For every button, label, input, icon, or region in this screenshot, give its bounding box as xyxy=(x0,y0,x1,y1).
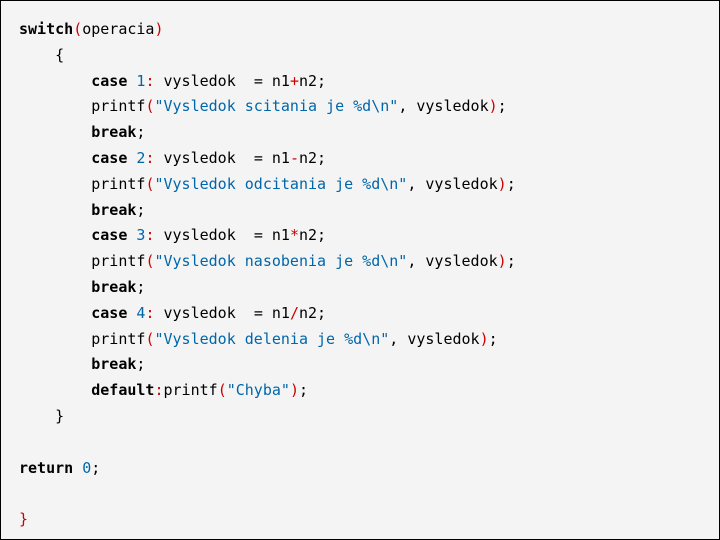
eq: = xyxy=(254,149,263,167)
semi: ; xyxy=(136,123,145,141)
kw-return: return xyxy=(19,459,73,477)
op-slash: / xyxy=(290,304,299,322)
paren-close: ) xyxy=(290,381,299,399)
eq: = xyxy=(254,226,263,244)
paren-open: ( xyxy=(218,381,227,399)
semi: ; xyxy=(317,72,326,90)
colon: : xyxy=(145,304,154,322)
code-block: switch(operacia) { case 1: vysledok = n1… xyxy=(0,0,720,540)
ident-n2: n2 xyxy=(299,149,317,167)
comma: , xyxy=(407,175,416,193)
colon: : xyxy=(145,72,154,90)
ident-vysledok: vysledok xyxy=(425,175,497,193)
paren-close: ) xyxy=(489,97,498,115)
ident-n2: n2 xyxy=(299,304,317,322)
str-odc: "Vysledok odcitania je %d\n" xyxy=(154,175,407,193)
ident-vysledok: vysledok xyxy=(407,330,479,348)
ident-n1: n1 xyxy=(272,226,290,244)
fn-printf: printf xyxy=(91,330,145,348)
semi: ; xyxy=(136,278,145,296)
ident-n1: n1 xyxy=(272,72,290,90)
kw-case: case xyxy=(91,149,127,167)
op-minus: - xyxy=(290,149,299,167)
op-plus: + xyxy=(290,72,299,90)
brace-open: { xyxy=(55,46,64,64)
kw-case: case xyxy=(91,304,127,322)
paren-close: ) xyxy=(498,252,507,270)
kw-break: break xyxy=(91,278,136,296)
fn-printf: printf xyxy=(164,381,218,399)
eq: = xyxy=(254,72,263,90)
semi: ; xyxy=(317,226,326,244)
str-nas: "Vysledok nasobenia je %d\n" xyxy=(154,252,407,270)
ident-vysledok: vysledok xyxy=(164,304,236,322)
ident-vysledok: vysledok xyxy=(164,72,236,90)
colon: : xyxy=(145,226,154,244)
ident-vysledok: vysledok xyxy=(425,252,497,270)
comma: , xyxy=(389,330,398,348)
semi: ; xyxy=(317,149,326,167)
ident-n2: n2 xyxy=(299,226,317,244)
paren-open: ( xyxy=(73,20,82,38)
semi: ; xyxy=(136,201,145,219)
kw-break: break xyxy=(91,123,136,141)
semi: ; xyxy=(136,355,145,373)
semi: ; xyxy=(299,381,308,399)
paren-close: ) xyxy=(154,20,163,38)
fn-printf: printf xyxy=(91,252,145,270)
ident-vysledok: vysledok xyxy=(164,226,236,244)
kw-case: case xyxy=(91,72,127,90)
str-chyba: "Chyba" xyxy=(227,381,290,399)
op-star: * xyxy=(290,226,299,244)
comma: , xyxy=(407,252,416,270)
kw-default: default xyxy=(91,381,154,399)
fn-printf: printf xyxy=(91,97,145,115)
kw-break: break xyxy=(91,355,136,373)
kw-break: break xyxy=(91,201,136,219)
semi: ; xyxy=(507,175,516,193)
paren-close: ) xyxy=(480,330,489,348)
ident-vysledok: vysledok xyxy=(164,149,236,167)
brace-close: } xyxy=(55,407,64,425)
paren-close: ) xyxy=(498,175,507,193)
eq: = xyxy=(254,304,263,322)
num-0: 0 xyxy=(82,459,91,477)
semi: ; xyxy=(489,330,498,348)
colon: : xyxy=(154,381,163,399)
ident-n1: n1 xyxy=(272,304,290,322)
semi: ; xyxy=(498,97,507,115)
ident-n2: n2 xyxy=(299,72,317,90)
semi: ; xyxy=(317,304,326,322)
comma: , xyxy=(398,97,407,115)
kw-case: case xyxy=(91,226,127,244)
ident-vysledok: vysledok xyxy=(416,97,488,115)
fn-printf: printf xyxy=(91,175,145,193)
brace-close-outer: } xyxy=(19,510,28,528)
str-scit: "Vysledok scitania je %d\n" xyxy=(154,97,398,115)
str-del: "Vysledok delenia je %d\n" xyxy=(154,330,389,348)
colon: : xyxy=(145,149,154,167)
kw-switch: switch xyxy=(19,20,73,38)
semi: ; xyxy=(91,459,100,477)
semi: ; xyxy=(507,252,516,270)
ident-n1: n1 xyxy=(272,149,290,167)
ident-operacia: operacia xyxy=(82,20,154,38)
